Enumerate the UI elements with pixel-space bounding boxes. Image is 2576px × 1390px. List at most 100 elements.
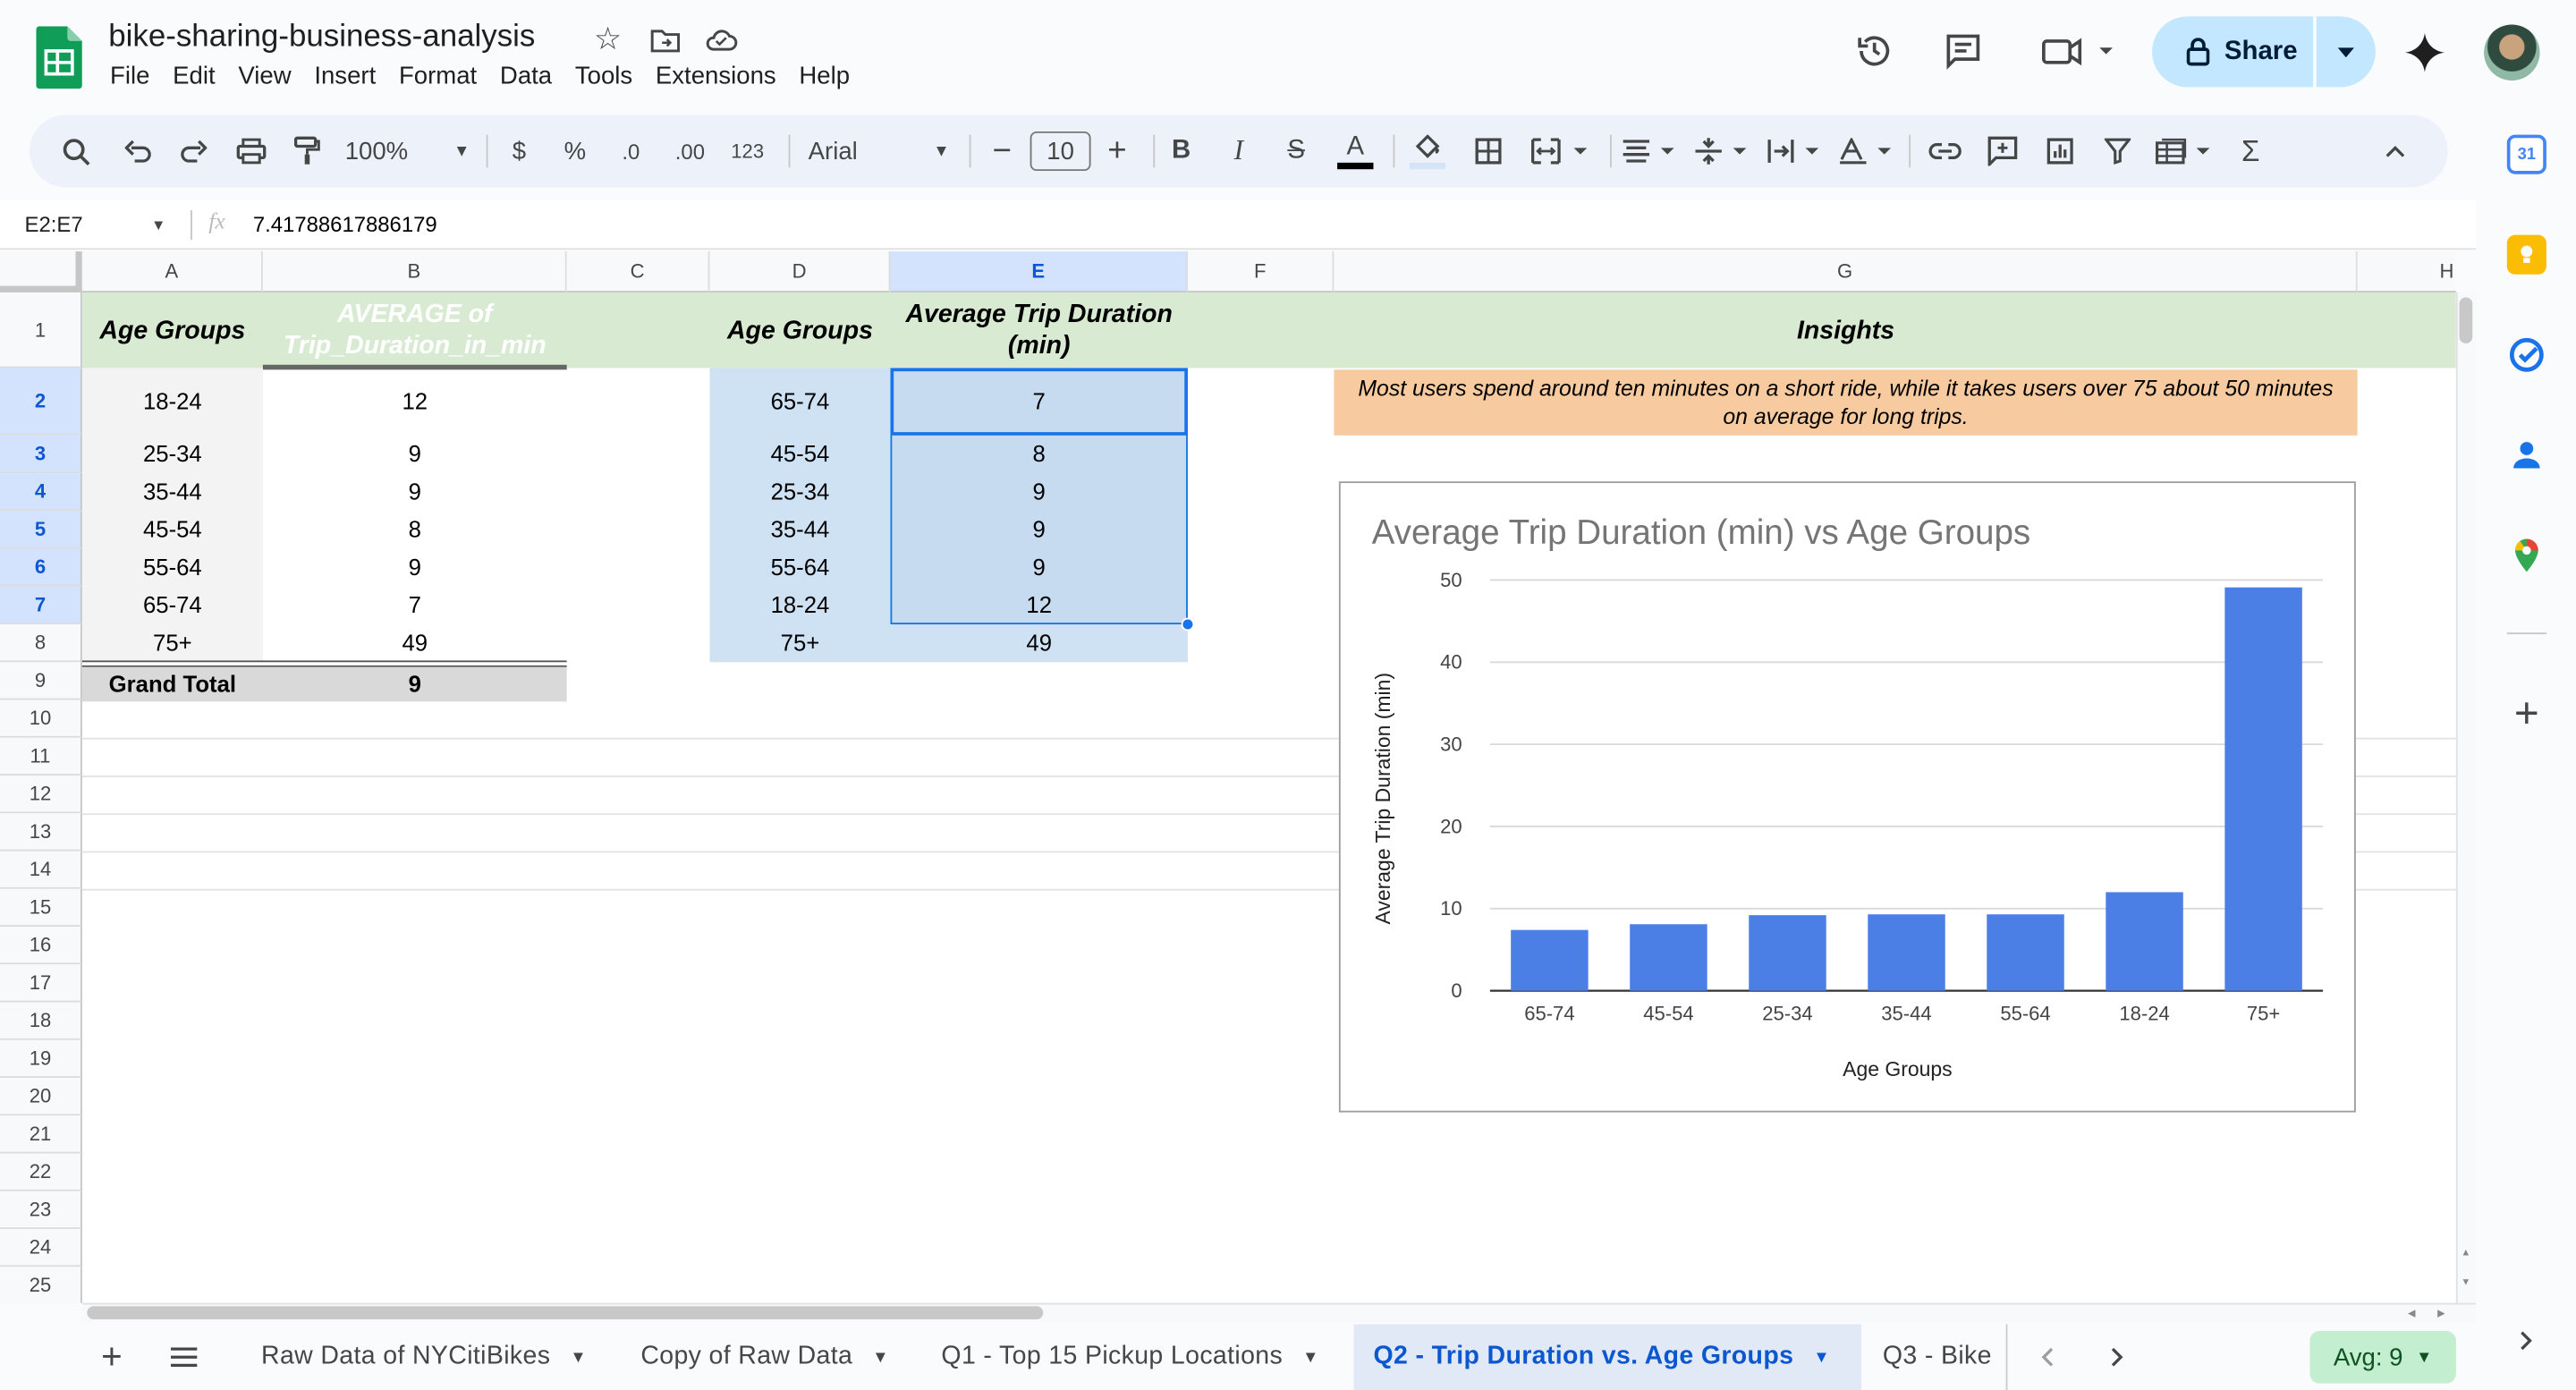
pivot-avg-cell[interactable]: 9: [263, 473, 567, 511]
row-header[interactable]: 17: [0, 964, 82, 1003]
insert-comment-icon[interactable]: [1983, 115, 2022, 188]
gemini-icon[interactable]: [2402, 30, 2447, 75]
insert-link-icon[interactable]: [1926, 115, 1965, 188]
pivot-avg-cell[interactable]: 12: [263, 368, 567, 435]
tab-dropdown-icon[interactable]: ▼: [1302, 1348, 1319, 1366]
sheet-tab[interactable]: Q3 - Bike: [1883, 1324, 2008, 1390]
bar[interactable]: [2224, 587, 2302, 991]
column-header-h[interactable]: H: [2357, 251, 2456, 292]
row-header[interactable]: 21: [0, 1115, 82, 1154]
tasks-icon[interactable]: [2507, 335, 2546, 375]
pivot-header-age-groups[interactable]: Age Groups: [82, 292, 263, 368]
insights-header[interactable]: Insights: [1334, 292, 2357, 368]
menu-file[interactable]: File: [98, 63, 161, 90]
scroll-up-arrow-icon[interactable]: ▲: [2456, 1244, 2476, 1264]
pivot-avg-cell[interactable]: 7: [263, 587, 567, 624]
contacts-icon[interactable]: [2507, 436, 2546, 475]
menu-data[interactable]: Data: [488, 63, 564, 90]
sheet-tab[interactable]: Q1 - Top 15 Pickup Locations ▼: [941, 1325, 1318, 1390]
table-age-cell[interactable]: 35-44: [709, 511, 890, 548]
format-percent-button[interactable]: %: [555, 115, 595, 188]
row-header[interactable]: 4: [0, 473, 82, 512]
menu-format[interactable]: Format: [387, 63, 488, 90]
table-avg-cell[interactable]: 7: [890, 368, 1187, 435]
row-header[interactable]: 15: [0, 888, 82, 928]
vertical-scrollbar[interactable]: [2455, 292, 2476, 1303]
tab-dropdown-icon[interactable]: ▼: [872, 1348, 889, 1366]
scroll-left-arrow-icon[interactable]: ◀: [2402, 1303, 2421, 1323]
horizontal-align-icon[interactable]: [1620, 115, 1679, 188]
meet-icon[interactable]: [2038, 30, 2120, 72]
all-sheets-icon[interactable]: [165, 1337, 204, 1377]
insert-chart-icon[interactable]: [2040, 115, 2080, 188]
pivot-avg-cell[interactable]: 9: [263, 549, 567, 587]
pivot-age-cell[interactable]: 75+: [82, 624, 263, 662]
row-header[interactable]: 8: [0, 624, 82, 663]
table-age-cell[interactable]: 45-54: [709, 436, 890, 473]
pivot-avg-cell[interactable]: 9: [263, 436, 567, 473]
share-dropdown-icon[interactable]: [2329, 41, 2362, 64]
row-header[interactable]: 2: [0, 368, 82, 436]
scroll-right-arrow-icon[interactable]: ▶: [2431, 1303, 2451, 1323]
row-header[interactable]: 20: [0, 1078, 82, 1116]
paint-format-icon[interactable]: [287, 115, 326, 188]
decrease-font-size-button[interactable]: −: [982, 115, 1021, 188]
create-filter-icon[interactable]: [2097, 115, 2137, 188]
menu-help[interactable]: Help: [788, 63, 861, 90]
horizontal-scrollbar-thumb[interactable]: [87, 1306, 1044, 1320]
row-header[interactable]: 3: [0, 435, 82, 474]
row-header[interactable]: 13: [0, 813, 82, 852]
font-select[interactable]: Arial ▼: [809, 115, 950, 188]
italic-button[interactable]: I: [1219, 115, 1258, 188]
table-header-age-groups[interactable]: Age Groups: [709, 292, 890, 368]
expand-side-panel-icon[interactable]: [2510, 1325, 2543, 1358]
add-sheet-icon[interactable]: +: [92, 1335, 131, 1377]
collapse-toolbar-icon[interactable]: [2376, 115, 2415, 188]
table-avg-cell[interactable]: 9: [890, 473, 1187, 511]
pivot-age-cell[interactable]: 35-44: [82, 473, 263, 511]
print-icon[interactable]: [232, 115, 271, 188]
table-avg-cell[interactable]: 9: [890, 549, 1187, 587]
row-header[interactable]: 22: [0, 1153, 82, 1191]
font-size-input[interactable]: 10: [1030, 131, 1091, 172]
grand-total-label[interactable]: Grand Total: [82, 667, 263, 702]
column-header-d[interactable]: D: [709, 251, 891, 292]
row-header[interactable]: 14: [0, 851, 82, 889]
borders-icon[interactable]: [1469, 115, 1508, 188]
scroll-tabs-right-icon[interactable]: [2101, 1341, 2134, 1374]
cloud-saved-icon[interactable]: [703, 23, 739, 56]
column-header-c[interactable]: C: [566, 251, 710, 292]
table-age-cell[interactable]: 18-24: [709, 587, 890, 624]
pivot-age-cell[interactable]: 55-64: [82, 549, 263, 587]
increase-font-size-button[interactable]: +: [1097, 115, 1137, 188]
format-currency-button[interactable]: $: [499, 115, 538, 188]
row-header[interactable]: 12: [0, 776, 82, 814]
search-menus-icon[interactable]: [55, 115, 95, 188]
menu-extensions[interactable]: Extensions: [644, 63, 787, 90]
menu-insert[interactable]: Insert: [302, 63, 387, 90]
bar[interactable]: [2106, 892, 2183, 991]
column-header-b[interactable]: B: [262, 251, 567, 292]
redo-icon[interactable]: [174, 115, 214, 188]
fill-color-icon[interactable]: [1406, 115, 1449, 188]
zoom-select[interactable]: 100% ▼: [345, 115, 470, 188]
table-avg-cell[interactable]: 9: [890, 511, 1187, 548]
scroll-tabs-left-icon[interactable]: [2030, 1341, 2063, 1374]
row-header[interactable]: 16: [0, 927, 82, 965]
column-header-e[interactable]: E: [890, 251, 1188, 292]
bar[interactable]: [1749, 915, 1826, 991]
row-header[interactable]: 10: [0, 699, 82, 738]
share-button[interactable]: Share: [2152, 16, 2376, 88]
spreadsheet-grid[interactable]: A B C D E F G H 1 2 3 4 5 6 7 8 9 10 11 …: [0, 251, 2456, 1303]
insights-text[interactable]: Most users spend around ten minutes on a…: [1334, 369, 2358, 436]
chart-container[interactable]: Average Trip Duration (min) vs Age Group…: [1338, 481, 2356, 1113]
undo-icon[interactable]: [118, 115, 157, 188]
keep-icon[interactable]: [2506, 234, 2546, 275]
row-header[interactable]: 7: [0, 586, 82, 625]
star-icon[interactable]: ☆: [591, 22, 624, 57]
sheet-tab[interactable]: Copy of Raw Data ▼: [640, 1325, 889, 1390]
grand-total-value[interactable]: 9: [263, 667, 567, 702]
bar[interactable]: [1987, 914, 2064, 991]
table-header-average-trip-duration[interactable]: Average Trip Duration (min): [890, 292, 1187, 368]
decrease-decimal-button[interactable]: .0: [608, 115, 654, 188]
